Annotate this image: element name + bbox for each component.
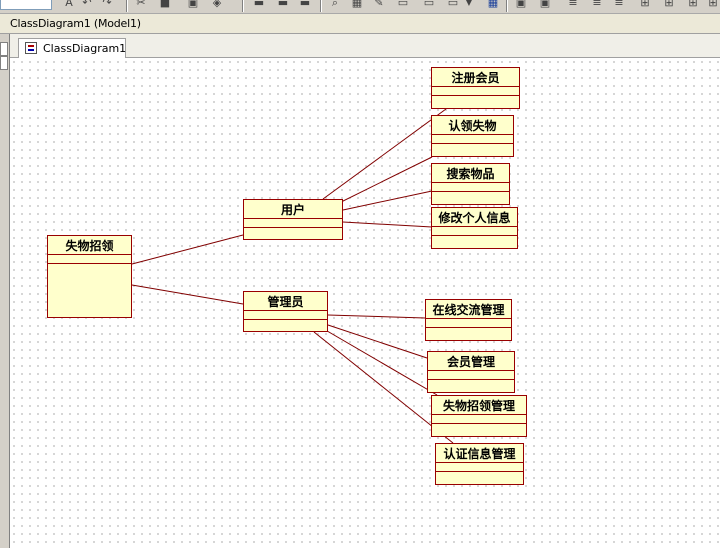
class-box-claim-lost-item[interactable]: 认领失物	[431, 115, 514, 157]
link-icon[interactable]: ▬	[298, 0, 312, 9]
print-icon[interactable]: ▭	[396, 0, 410, 9]
toolbar-separator	[320, 0, 322, 12]
align-middle-icon[interactable]: ≡	[612, 0, 626, 9]
toolbar-separator	[242, 0, 244, 12]
dropdown-arrow-icon[interactable]: ▼	[462, 0, 476, 9]
paste-icon[interactable]: ▣	[186, 0, 200, 9]
class-box-lost-found[interactable]: 失物招领	[47, 235, 132, 318]
class-diagram-icon	[25, 42, 37, 54]
class-attributes-compartment	[432, 87, 519, 96]
class-attributes-compartment	[436, 463, 523, 472]
more-tools-icon[interactable]: ⊞	[706, 0, 720, 9]
class-name: 搜索物品	[432, 164, 509, 183]
class-name: 失物招领管理	[432, 396, 526, 415]
align-right-icon[interactable]: ▬	[276, 0, 290, 9]
class-box-member-management[interactable]: 会员管理	[427, 351, 515, 393]
window-icon[interactable]: ▦	[486, 0, 500, 9]
toolbar-separator	[126, 0, 128, 12]
zoom-combo[interactable]	[0, 0, 52, 10]
class-attributes-compartment	[428, 371, 514, 380]
format-icon[interactable]: ▭	[422, 0, 436, 9]
class-name: 管理员	[244, 292, 327, 311]
align-left-icon[interactable]: ◈	[210, 0, 224, 9]
align-top-icon[interactable]: ≡	[566, 0, 580, 9]
class-attributes-compartment	[426, 319, 511, 328]
align-center-icon[interactable]: ▬	[252, 0, 266, 9]
diagram-title-bar: ClassDiagram1 (Model1)	[0, 14, 720, 34]
class-box-verification-management[interactable]: 认证信息管理	[435, 443, 524, 485]
class-name: 用户	[244, 200, 342, 219]
tab-strip: ClassDiagram1	[10, 34, 720, 58]
class-box-admin[interactable]: 管理员	[243, 291, 328, 332]
class-name: 修改个人信息	[432, 208, 517, 227]
panel-nub[interactable]	[0, 42, 8, 56]
class-attributes-compartment	[432, 227, 517, 236]
grid-icon[interactable]: ✎	[372, 0, 386, 9]
panel-nub[interactable]	[0, 56, 8, 70]
class-attributes-compartment	[432, 183, 509, 192]
cascade-icon[interactable]: ▣	[538, 0, 552, 9]
layout-icon[interactable]: ▦	[350, 0, 364, 9]
class-name: 注册会员	[432, 68, 519, 87]
class-attributes-compartment	[432, 415, 526, 424]
class-attributes-compartment	[432, 135, 513, 144]
text-tool-icon[interactable]: A	[62, 0, 76, 9]
resize-icon[interactable]: ⊞	[686, 0, 700, 9]
class-box-online-chat-management[interactable]: 在线交流管理	[425, 299, 512, 341]
space-horizontal-icon[interactable]: ⊞	[638, 0, 652, 9]
align-bottom-icon[interactable]: ≡	[590, 0, 604, 9]
class-box-lost-found-management[interactable]: 失物招领管理	[431, 395, 527, 437]
class-box-register-member[interactable]: 注册会员	[431, 67, 520, 109]
diagram-window-title: ClassDiagram1 (Model1)	[10, 17, 141, 30]
cut-icon[interactable]: ✂	[134, 0, 148, 9]
class-box-edit-profile[interactable]: 修改个人信息	[431, 207, 518, 249]
tile-icon[interactable]: ▣	[514, 0, 528, 9]
toolbar: A ↶ ↷ ✂ ■ ▣ ◈ ▬ ▬ ▬ ⌕ ▦ ✎ ▭ ▭ ▭ ▼ ▦ ▣ ▣ …	[0, 0, 720, 14]
class-attributes-compartment	[48, 255, 131, 264]
tab-label: ClassDiagram1	[43, 42, 127, 55]
zoom-icon[interactable]: ⌕	[328, 0, 342, 9]
class-name: 认证信息管理	[436, 444, 523, 463]
class-attributes-compartment	[244, 219, 342, 228]
class-name: 在线交流管理	[426, 300, 511, 319]
class-box-user[interactable]: 用户	[243, 199, 343, 240]
redo-icon[interactable]: ↷	[100, 0, 114, 9]
class-name: 失物招领	[48, 236, 131, 255]
distribute-icon[interactable]: ▭	[446, 0, 460, 9]
class-box-search-items[interactable]: 搜索物品	[431, 163, 510, 205]
left-panel-edge	[0, 34, 10, 548]
class-attributes-compartment	[244, 311, 327, 320]
tab-classdiagram1[interactable]: ClassDiagram1	[18, 38, 126, 58]
class-name: 会员管理	[428, 352, 514, 371]
class-name: 认领失物	[432, 116, 513, 135]
space-vertical-icon[interactable]: ⊞	[662, 0, 676, 9]
toolbar-separator	[506, 0, 508, 12]
copy-icon[interactable]: ■	[158, 0, 172, 9]
undo-icon[interactable]: ↶	[80, 0, 94, 9]
